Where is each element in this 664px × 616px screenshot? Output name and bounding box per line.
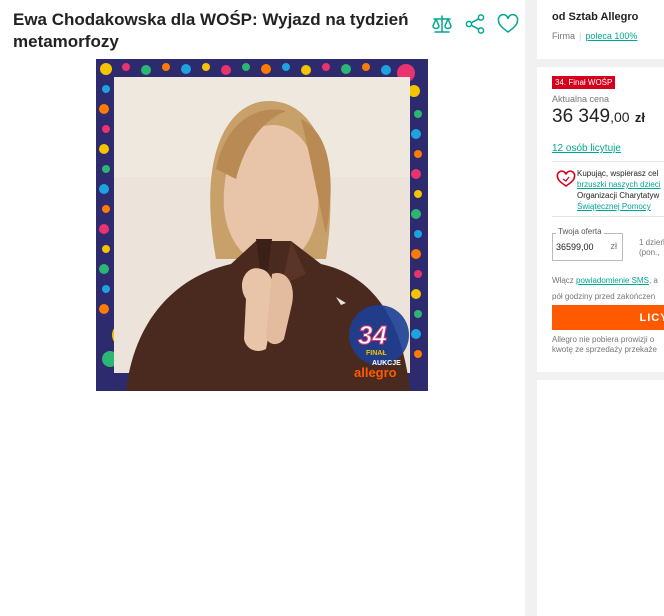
bid-field: Twoja oferta zł bbox=[552, 227, 623, 261]
duration-line: (pon., bbox=[639, 248, 660, 257]
product-photo-image: 34 FINAŁ AUKCJE allegro bbox=[96, 59, 428, 391]
price-grosze: ,00 bbox=[610, 109, 630, 125]
heart-outline-icon[interactable] bbox=[496, 13, 520, 35]
bidders-link[interactable]: 12 osób licytuje bbox=[552, 143, 621, 154]
wosp-badge: 34. Finał WOŚP bbox=[552, 76, 616, 89]
page-title: Ewa Chodakowska dla WOŚP: Wyjazd na tydz… bbox=[13, 10, 409, 51]
sms-notification-link[interactable]: powiadomienie SMS bbox=[576, 276, 649, 285]
notify-suffix: , a bbox=[648, 276, 658, 285]
bid-amount-input[interactable] bbox=[556, 240, 608, 254]
price-main: 36 349 bbox=[552, 106, 611, 127]
support-line: Organizacji Charytatyw bbox=[577, 191, 660, 200]
next-card bbox=[537, 380, 664, 391]
seller-name[interactable]: od Sztab Allegro bbox=[552, 11, 638, 23]
notify-line: pół godziny przed zakończen bbox=[552, 292, 656, 301]
price-label: Aktualna cena bbox=[552, 94, 610, 104]
notify-prefix: Włącz bbox=[552, 276, 576, 285]
charity-heart-icon bbox=[556, 170, 576, 187]
separator: | bbox=[579, 31, 582, 41]
price-currency: zł bbox=[634, 110, 645, 125]
seller-meta: Firma | poleca 100% bbox=[552, 31, 637, 41]
charity-support-text: Kupując, wspierasz cel brzuszki naszych … bbox=[577, 168, 661, 212]
seller-type: Firma bbox=[552, 31, 575, 41]
badge-number: 34 bbox=[358, 320, 387, 350]
seller-recommend-link[interactable]: poleca 100% bbox=[585, 31, 637, 41]
share-icon[interactable] bbox=[463, 13, 487, 35]
bid-button[interactable]: LICY bbox=[552, 305, 664, 330]
product-photo[interactable]: 34 FINAŁ AUKCJE allegro bbox=[96, 59, 428, 391]
auction-duration: 1 dzień (pon., bbox=[639, 238, 664, 258]
compare-scales-icon[interactable] bbox=[430, 13, 454, 35]
support-line: Kupując, wspierasz cel bbox=[577, 169, 659, 178]
charity-goal-link[interactable]: brzuszki naszych dzieci bbox=[577, 180, 661, 189]
fee-note: Allegro nie pobiera prowizji o kwotę ze … bbox=[552, 335, 657, 355]
charity-org-link[interactable]: Świątecznej Pomocy bbox=[577, 202, 651, 211]
listing-actions bbox=[430, 13, 520, 35]
column-gutter bbox=[525, 0, 537, 616]
sms-notification-text: Włącz powiadomienie SMS, a pół godziny p… bbox=[552, 273, 658, 305]
divider bbox=[552, 216, 664, 217]
listing-main: Ewa Chodakowska dla WOŚP: Wyjazd na tydz… bbox=[0, 0, 525, 391]
badge-allegro-logo: allegro bbox=[354, 365, 397, 380]
fee-line: Allegro nie pobiera prowizji o bbox=[552, 335, 655, 344]
page-lower-blank bbox=[0, 391, 664, 616]
duration-line: 1 dzień bbox=[639, 238, 664, 247]
purchase-sidebar: od Sztab Allegro Firma | poleca 100% 34. F… bbox=[537, 0, 664, 391]
bid-currency: zł bbox=[610, 241, 618, 251]
divider bbox=[552, 161, 664, 162]
bid-button-label: LICY bbox=[639, 311, 664, 324]
offer-card: 34. Finał WOŚP Aktualna cena 36 349,00 z… bbox=[537, 67, 664, 372]
current-price: 36 349,00 zł bbox=[552, 106, 645, 128]
seller-card: od Sztab Allegro Firma | poleca 100% bbox=[537, 0, 664, 59]
bid-field-label: Twoja oferta bbox=[556, 227, 604, 236]
fee-line: kwotę ze sprzedaży przekaże bbox=[552, 345, 657, 354]
badge-final-word: FINAŁ bbox=[366, 350, 387, 357]
